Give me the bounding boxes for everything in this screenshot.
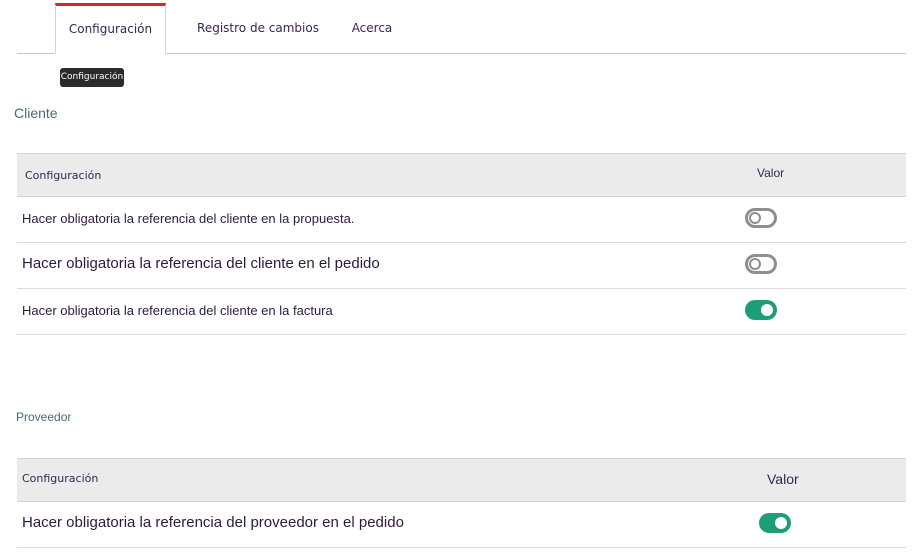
row-label: Hacer obligatoria la referencia del clie… [22, 255, 380, 272]
row-label: Hacer obligatoria la referencia del clie… [22, 211, 355, 226]
table-row: Hacer obligatoria la referencia del prov… [17, 502, 906, 548]
tab-configuracion[interactable]: Configuración [55, 3, 166, 54]
tab-acerca[interactable]: Acerca [347, 4, 397, 53]
section-title-proveedor: Proveedor [16, 410, 72, 424]
row-label: Hacer obligatoria la referencia del clie… [22, 303, 333, 318]
toggle-switch-factura[interactable] [745, 300, 777, 320]
vendor-settings-table: Configuración Valor Hacer obligatoria la… [17, 458, 906, 548]
column-header-valor: Valor [757, 166, 785, 180]
table-header: Configuración Valor [17, 153, 906, 197]
tab-bar: Configuración Registro de cambios Acerca [17, 0, 906, 54]
toggle-switch-proveedor-pedido[interactable] [759, 513, 791, 533]
column-header-configuracion: Configuración [22, 472, 99, 485]
table-row: Hacer obligatoria la referencia del clie… [17, 243, 906, 289]
client-settings-table: Configuración Valor Hacer obligatoria la… [17, 153, 906, 335]
toggle-knob [749, 258, 761, 270]
table-row: Hacer obligatoria la referencia del clie… [17, 197, 906, 243]
toggle-switch-pedido[interactable] [745, 254, 777, 274]
table-header: Configuración Valor [17, 458, 906, 502]
row-label: Hacer obligatoria la referencia del prov… [22, 514, 404, 531]
toggle-knob [761, 304, 773, 316]
section-title-cliente: Cliente [14, 105, 58, 121]
toggle-knob [749, 212, 761, 224]
column-header-configuracion: Configuración [25, 169, 102, 182]
tooltip: Configuración [60, 68, 124, 87]
tab-registro-de-cambios[interactable]: Registro de cambios [197, 4, 319, 53]
column-header-valor: Valor [767, 471, 799, 487]
toggle-knob [775, 517, 787, 529]
table-row: Hacer obligatoria la referencia del clie… [17, 289, 906, 335]
toggle-switch-propuesta[interactable] [745, 208, 777, 228]
